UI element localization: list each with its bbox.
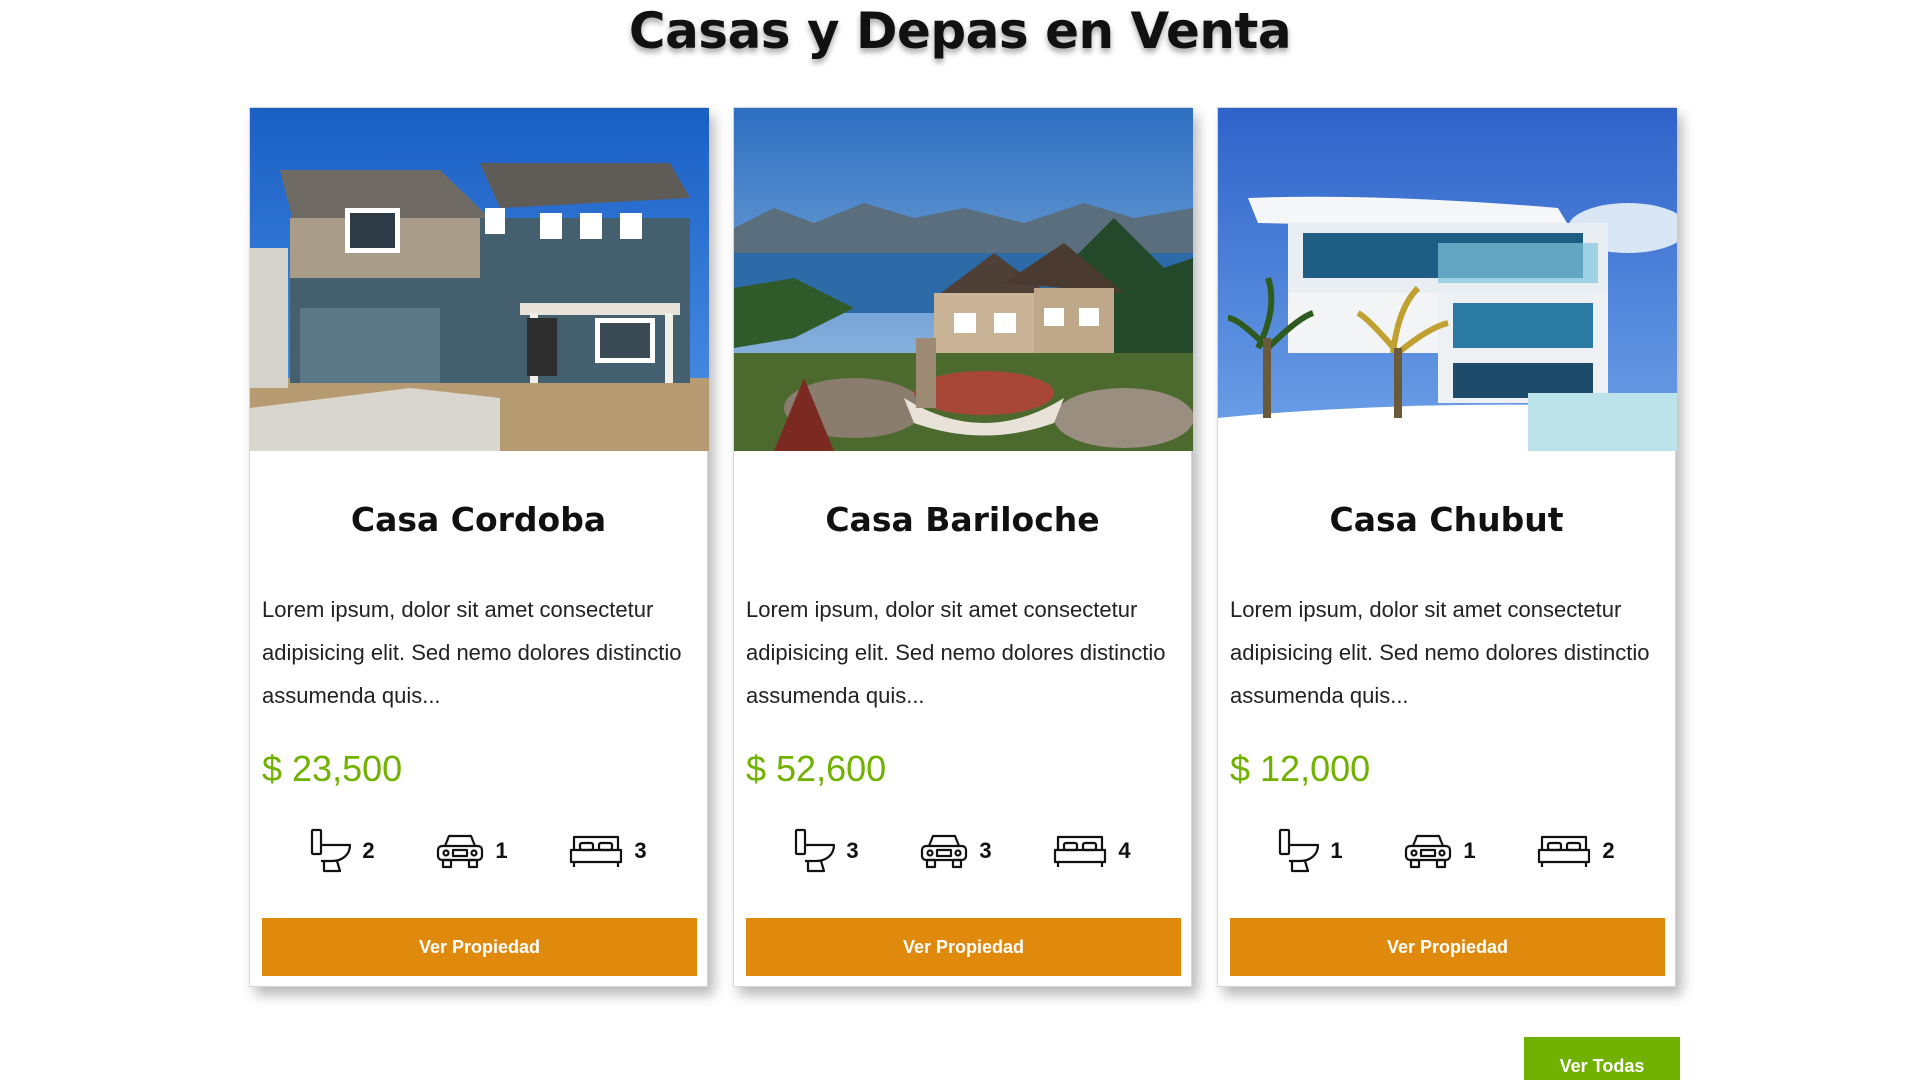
listing-description: Lorem ipsum, dolor sit amet consectetur …: [1230, 597, 1650, 708]
listing-photo[interactable]: [1218, 108, 1677, 451]
toilet-icon: [795, 828, 836, 873]
listings-grid: Casa Cordoba Lorem ipsum, dolor sit amet…: [249, 107, 1680, 987]
listing-photo[interactable]: [250, 108, 709, 451]
bathrooms-count: 3: [846, 838, 859, 863]
listing-title: Casa Cordoba: [350, 500, 607, 539]
parking-feature: 1: [435, 832, 508, 870]
bed-icon: [1054, 835, 1107, 867]
bed-icon: [570, 835, 623, 867]
parking-count: 3: [979, 838, 992, 863]
listing-card: Casa Bariloche Lorem ipsum, dolor sit am…: [733, 107, 1193, 987]
listing-title: Casa Bariloche: [825, 500, 1100, 539]
car-icon: [437, 834, 484, 869]
toilet-icon: [311, 828, 352, 873]
listing-features: 2 1 3: [250, 826, 707, 876]
listing-price: $ 52,600: [746, 748, 887, 789]
parking-count: 1: [1463, 838, 1476, 863]
bedrooms-feature: 3: [568, 833, 647, 869]
bedrooms-count: 3: [634, 838, 647, 863]
listing-photo[interactable]: [734, 108, 1193, 451]
listing-features: 3 3 4: [734, 826, 1191, 876]
listing-title: Casa Chubut: [1329, 500, 1564, 539]
listing-price: $ 12,000: [1230, 748, 1371, 789]
bathrooms-feature: 3: [794, 828, 859, 874]
view-property-button[interactable]: Ver Propiedad: [1230, 918, 1665, 976]
view-property-button[interactable]: Ver Propiedad: [262, 918, 697, 976]
listing-card: Casa Cordoba Lorem ipsum, dolor sit amet…: [249, 107, 709, 987]
bedrooms-feature: 4: [1052, 833, 1131, 869]
page-title: Casas y Depas en Venta: [628, 2, 1292, 60]
car-icon: [1405, 834, 1452, 869]
view-all-button[interactable]: Ver Todas: [1524, 1037, 1680, 1080]
bedrooms-count: 4: [1118, 838, 1131, 863]
car-icon: [921, 834, 968, 869]
listing-description: Lorem ipsum, dolor sit amet consectetur …: [746, 597, 1166, 708]
listing-card: Casa Chubut Lorem ipsum, dolor sit amet …: [1217, 107, 1677, 987]
toilet-icon: [1279, 828, 1320, 873]
bedrooms-count: 2: [1602, 838, 1615, 863]
bathrooms-feature: 1: [1278, 828, 1343, 874]
parking-feature: 3: [919, 832, 992, 870]
bedrooms-feature: 2: [1536, 833, 1615, 869]
view-property-button[interactable]: Ver Propiedad: [746, 918, 1181, 976]
bathrooms-feature: 2: [310, 828, 375, 874]
parking-count: 1: [495, 838, 508, 863]
listing-description: Lorem ipsum, dolor sit amet consectetur …: [262, 597, 682, 708]
parking-feature: 1: [1403, 832, 1476, 870]
listing-price: $ 23,500: [262, 748, 403, 789]
bed-icon: [1538, 835, 1591, 867]
bathrooms-count: 2: [362, 838, 375, 863]
listing-features: 1 1 2: [1218, 826, 1675, 876]
bathrooms-count: 1: [1330, 838, 1343, 863]
